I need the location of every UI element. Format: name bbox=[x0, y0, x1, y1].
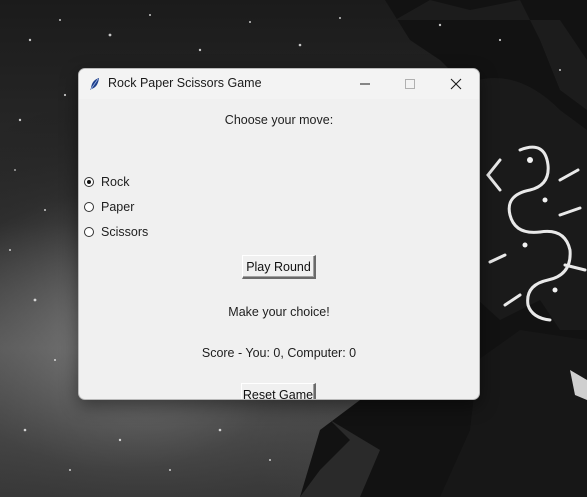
window-title: Rock Paper Scissors Game bbox=[108, 76, 262, 90]
play-round-button[interactable]: Play Round bbox=[242, 255, 316, 279]
minimize-button[interactable] bbox=[342, 69, 388, 99]
desktop-wallpaper: Rock Paper Scissors Game Choose your mov… bbox=[0, 0, 587, 497]
prompt-label: Choose your move: bbox=[224, 113, 334, 127]
radio-unchecked-icon[interactable] bbox=[84, 202, 94, 212]
title-bar[interactable]: Rock Paper Scissors Game bbox=[79, 69, 479, 99]
maximize-button[interactable] bbox=[387, 69, 433, 99]
radio-rock-label[interactable]: Rock bbox=[101, 175, 129, 189]
app-window: Rock Paper Scissors Game Choose your mov… bbox=[78, 68, 480, 400]
radio-scissors[interactable]: Scissors bbox=[84, 223, 148, 241]
minimize-icon bbox=[360, 83, 370, 85]
radio-scissors-label[interactable]: Scissors bbox=[101, 225, 148, 239]
feather-icon bbox=[90, 78, 99, 90]
reset-game-button[interactable]: Reset Game bbox=[241, 383, 316, 399]
radio-unchecked-icon[interactable] bbox=[84, 227, 94, 237]
score-label: Score - You: 0, Computer: 0 bbox=[201, 346, 357, 360]
close-button[interactable] bbox=[433, 69, 479, 99]
radio-checked-icon[interactable] bbox=[84, 177, 94, 187]
maximize-icon bbox=[405, 79, 415, 89]
radio-paper[interactable]: Paper bbox=[84, 198, 134, 216]
game-panel: Choose your move: Rock Paper Scissors Pl… bbox=[79, 99, 479, 399]
close-icon bbox=[450, 78, 462, 90]
radio-paper-label[interactable]: Paper bbox=[101, 200, 134, 214]
status-label: Make your choice! bbox=[228, 305, 330, 319]
radio-rock[interactable]: Rock bbox=[84, 173, 129, 191]
